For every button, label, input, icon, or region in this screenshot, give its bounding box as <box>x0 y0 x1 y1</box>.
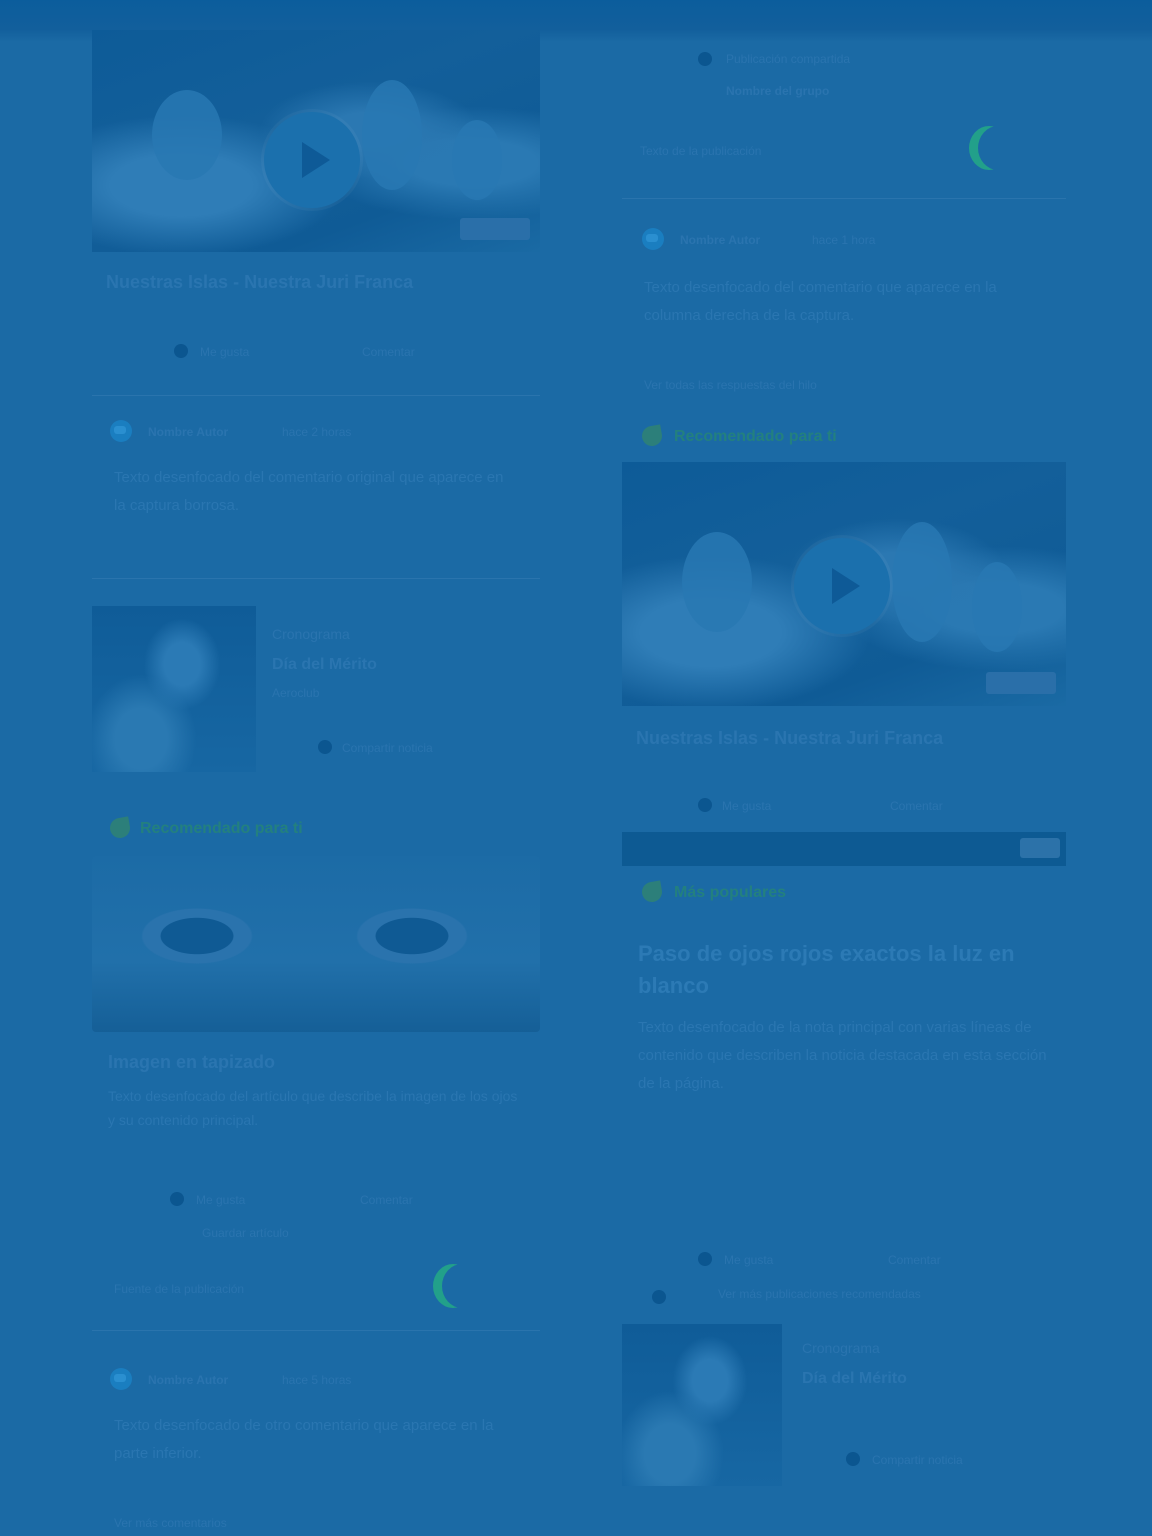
recommended-icon <box>108 816 132 840</box>
post-author[interactable]: Nombre Autor <box>680 233 760 247</box>
share-icon <box>698 52 712 66</box>
share-icon[interactable] <box>846 1452 860 1466</box>
comment-button[interactable]: Comentar <box>890 799 943 813</box>
post-author[interactable]: Nombre Autor <box>148 1373 228 1387</box>
video-title[interactable]: Nuestras Islas - Nuestra Juri Franca <box>636 728 943 749</box>
like-icon[interactable] <box>698 798 712 812</box>
news-thumbnail[interactable] <box>92 606 256 772</box>
post-caption: Texto de la publicación <box>640 144 762 158</box>
crowd-figure <box>362 80 422 190</box>
shared-meta: Publicación compartida <box>726 52 851 66</box>
section-label: Recomendado para ti <box>674 428 837 445</box>
article-title[interactable]: Paso de ojos rojos exactos la luz en bla… <box>638 938 1048 1002</box>
like-button[interactable]: Me gusta <box>722 799 771 813</box>
news-subtitle: Aeroclub <box>272 686 320 700</box>
news-kicker: Cronograma <box>272 626 350 642</box>
post-text: Texto desenfocado del comentario que apa… <box>644 279 997 324</box>
article-title[interactable]: Imagen en tapizado <box>108 1052 275 1073</box>
comment-icon <box>642 228 664 250</box>
duration-badge <box>460 218 530 240</box>
section-label: Más populares <box>674 884 787 901</box>
crowd-figure <box>452 120 502 200</box>
post-time: hace 5 horas <box>282 1373 352 1387</box>
play-icon[interactable] <box>794 538 890 634</box>
divider <box>92 395 540 396</box>
video-thumbnail[interactable] <box>92 30 540 252</box>
news-kicker: Cronograma <box>802 1340 880 1356</box>
comment-button[interactable]: Comentar <box>362 345 415 359</box>
comment-icon <box>110 1368 132 1390</box>
article-image[interactable] <box>92 856 540 1032</box>
more-posts-link[interactable]: Ver más publicaciones recomendadas <box>718 1283 1038 1305</box>
source-text: Fuente de la publicación <box>114 1282 245 1296</box>
section-label: Recomendado para ti <box>140 820 303 837</box>
post-text: Texto desenfocado del comentario origina… <box>114 469 504 514</box>
article-text: Texto desenfocado del artículo que descr… <box>108 1088 518 1128</box>
post-text: Texto desenfocado de otro comentario que… <box>114 1417 494 1462</box>
crowd-figure <box>972 562 1022 652</box>
like-button[interactable]: Me gusta <box>200 345 249 359</box>
moon-icon <box>978 126 1018 170</box>
like-icon[interactable] <box>174 344 188 358</box>
more-comments-link[interactable]: Ver más comentarios <box>114 1516 227 1530</box>
duration-badge <box>986 672 1056 694</box>
divider <box>92 578 540 579</box>
share-link[interactable]: Compartir noticia <box>342 741 433 755</box>
video-thumbnail[interactable] <box>622 462 1066 706</box>
article-text: Texto desenfocado de la nota principal c… <box>638 1019 1047 1092</box>
post-author[interactable]: Nombre Autor <box>148 425 228 439</box>
news-title[interactable]: Día del Mérito <box>802 1370 907 1388</box>
like-icon[interactable] <box>698 1252 712 1266</box>
like-button[interactable]: Me gusta <box>196 1193 245 1207</box>
group-name[interactable]: Nombre del grupo <box>726 84 829 98</box>
crowd-figure <box>892 522 952 642</box>
ad-banner[interactable] <box>622 832 1066 866</box>
video-title[interactable]: Nuestras Islas - Nuestra Juri Franca <box>106 272 413 293</box>
crowd-figure <box>682 532 752 632</box>
like-button[interactable]: Me gusta <box>724 1253 773 1267</box>
share-link[interactable]: Compartir noticia <box>872 1453 963 1467</box>
news-thumbnail[interactable] <box>622 1324 782 1486</box>
more-icon[interactable] <box>652 1290 666 1304</box>
recommended-icon <box>640 424 664 448</box>
post-time: hace 2 horas <box>282 425 352 439</box>
popular-icon <box>640 880 664 904</box>
divider <box>622 198 1066 199</box>
share-icon[interactable] <box>318 740 332 754</box>
post-time: hace 1 hora <box>812 233 876 247</box>
moon-icon <box>442 1264 482 1308</box>
divider <box>92 1330 540 1331</box>
news-title[interactable]: Día del Mérito <box>272 656 377 674</box>
play-icon[interactable] <box>264 112 360 208</box>
like-icon[interactable] <box>170 1192 184 1206</box>
crowd-figure <box>152 90 222 180</box>
view-replies-link[interactable]: Ver todas las respuestas del hilo <box>644 378 817 392</box>
comment-icon <box>110 420 132 442</box>
comment-button[interactable]: Comentar <box>360 1193 413 1207</box>
save-article-link[interactable]: Guardar artículo <box>202 1226 289 1240</box>
comment-button[interactable]: Comentar <box>888 1253 941 1267</box>
